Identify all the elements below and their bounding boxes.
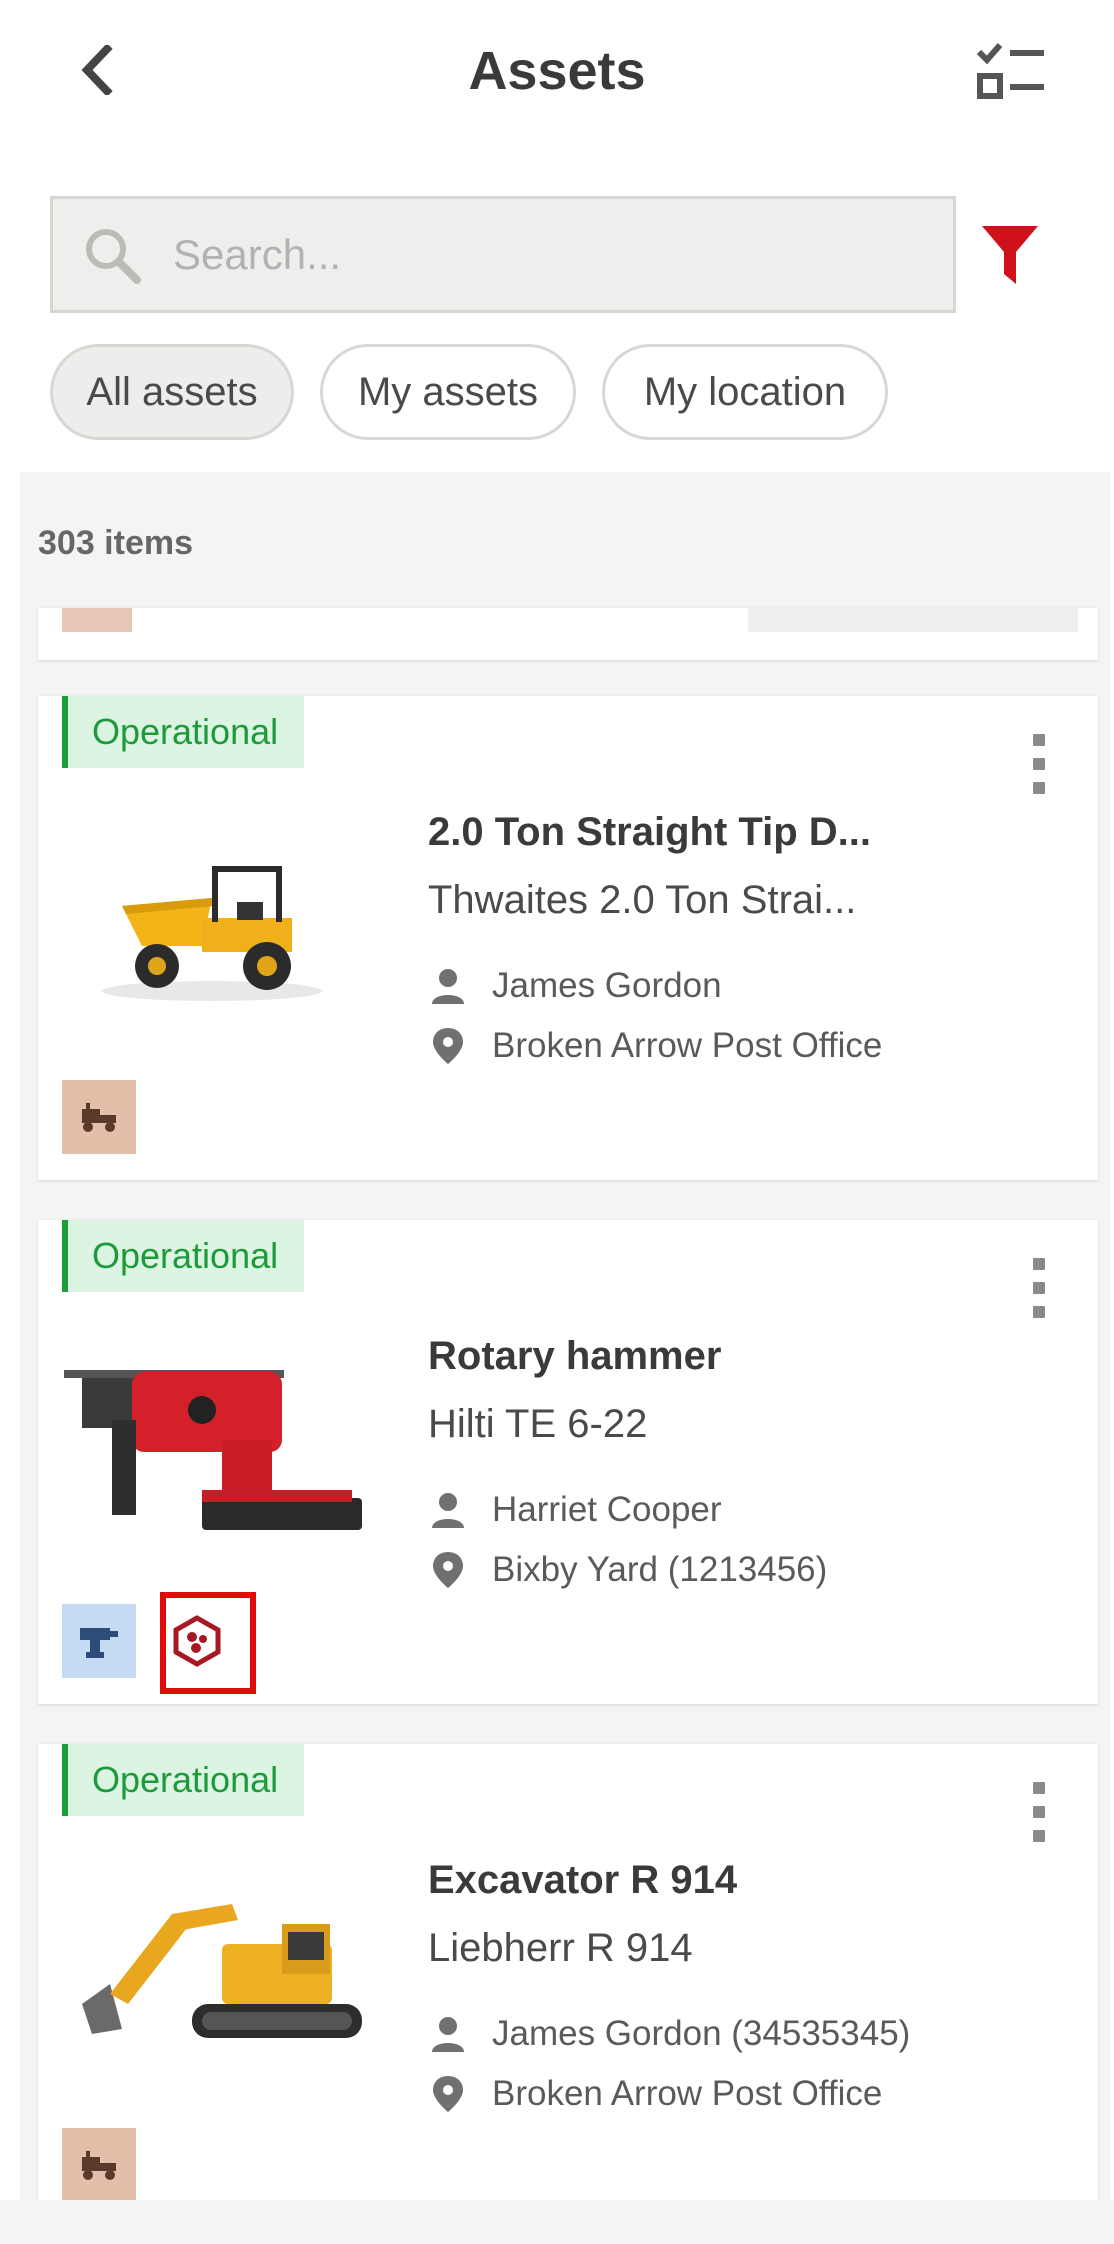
machinery-icon [62, 2128, 136, 2202]
person-icon [432, 2017, 464, 2052]
status-badge: Operational [62, 696, 305, 768]
status-badge: Operational [62, 1220, 305, 1292]
person-name: Harriet Cooper [492, 1490, 722, 1529]
machinery-icon [62, 1080, 136, 1154]
asset-card[interactable]: Operational Rotary hammer Hilti TE 6-22 … [38, 1220, 1098, 1704]
assigned-person: Harriet Cooper [430, 1490, 722, 1530]
rotary-hammer-image [64, 1370, 362, 1530]
placeholder-bar [748, 608, 1078, 632]
chip-all-assets[interactable]: All assets [50, 344, 294, 440]
asset-card[interactable]: Operational 2.0 Ton Straight Tip D... Th… [38, 696, 1098, 1180]
asset-card[interactable]: Operational Excavator R 914 Liebherr R 9… [38, 1744, 1098, 2228]
person-icon [432, 1493, 464, 1528]
power-tool-icon [62, 1604, 136, 1678]
category-icon-partial [62, 608, 132, 632]
chip-my-location[interactable]: My location [602, 344, 888, 440]
excavator-image [82, 1904, 362, 2038]
asset-location: Bixby Yard (1213456) [430, 1550, 827, 1590]
person-name: James Gordon [492, 966, 722, 1005]
funnel-icon [982, 226, 1038, 284]
asset-list: 303 items Operational 2.0 Ton Straight T… [20, 472, 1110, 2244]
asset-card-partial[interactable] [38, 608, 1098, 660]
more-options-button[interactable] [1024, 1782, 1054, 1842]
asset-title: Excavator R 914 [428, 1858, 738, 1902]
checklist-button[interactable] [976, 40, 1048, 104]
app-header: Assets [0, 0, 1114, 150]
item-count: 303 items [38, 524, 193, 562]
location-pin-icon [433, 1028, 463, 1064]
asset-title: Rotary hammer [428, 1334, 722, 1378]
asset-model: Liebherr R 914 [428, 1926, 693, 1970]
location-name: Bixby Yard (1213456) [492, 1550, 828, 1589]
checklist-icon [976, 43, 1044, 99]
person-name: James Gordon (34535345) [492, 2014, 911, 2053]
page-title: Assets [468, 41, 646, 101]
asset-location: Broken Arrow Post Office [430, 1026, 882, 1066]
location-pin-icon [433, 2076, 463, 2112]
location-pin-icon [433, 1552, 463, 1588]
dumper-image [102, 866, 322, 1001]
asset-model: Thwaites 2.0 Ton Strai... [428, 878, 857, 922]
asset-title: 2.0 Ton Straight Tip D... [428, 810, 871, 854]
location-name: Broken Arrow Post Office [492, 1026, 883, 1065]
location-name: Broken Arrow Post Office [492, 2074, 883, 2113]
assigned-person: James Gordon [430, 966, 722, 1006]
assigned-person: James Gordon (34535345) [430, 2014, 910, 2054]
search-icon [86, 228, 141, 284]
more-options-button[interactable] [1024, 1258, 1054, 1318]
search-box[interactable] [50, 196, 956, 313]
chip-my-assets[interactable]: My assets [320, 344, 576, 440]
asset-model: Hilti TE 6-22 [428, 1402, 648, 1446]
filter-button[interactable] [980, 222, 1040, 288]
more-options-button[interactable] [1024, 734, 1054, 794]
bottom-strip [0, 2200, 1114, 2244]
filter-chips: All assets My assets My location [50, 344, 888, 440]
highlight-box [160, 1592, 256, 1694]
person-icon [432, 969, 464, 1004]
search-input[interactable] [173, 230, 933, 279]
status-badge: Operational [62, 1744, 305, 1816]
asset-location: Broken Arrow Post Office [430, 2074, 882, 2114]
